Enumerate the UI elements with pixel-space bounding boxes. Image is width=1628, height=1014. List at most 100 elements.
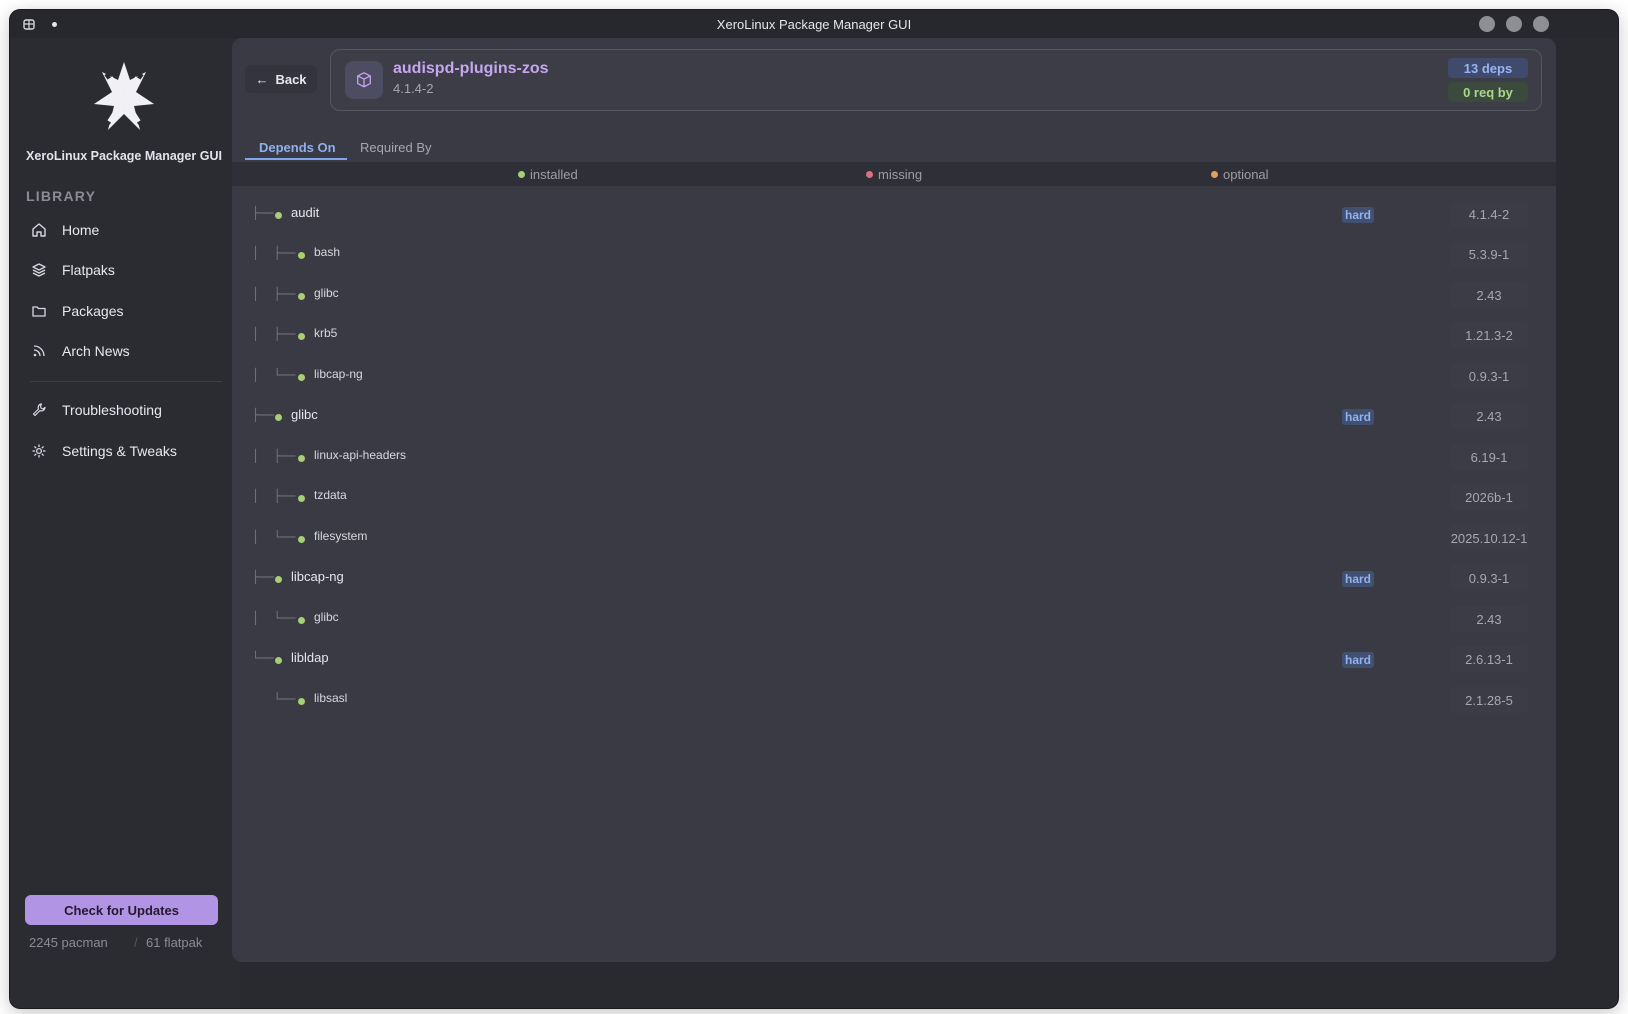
- rss-icon: [28, 340, 50, 362]
- installed-status-icon: [275, 576, 282, 583]
- dependency-row[interactable]: │ ├── tzdata 2026b-1: [232, 478, 1556, 518]
- installed-status-icon: [275, 414, 282, 421]
- tree-connector: ├──: [252, 570, 274, 584]
- tree-connector: └──: [252, 651, 274, 665]
- required-by-count-badge: 0 req by: [1448, 82, 1528, 102]
- tree-connector: ├──: [252, 408, 274, 422]
- optional-dot-icon: [1211, 171, 1218, 178]
- package-name: audispd-plugins-zos: [393, 60, 549, 77]
- maximize-button[interactable]: [1506, 16, 1522, 32]
- sidebar-item-settings[interactable]: Settings & Tweaks: [28, 434, 218, 468]
- sidebar-item-label: Arch News: [62, 343, 130, 359]
- installed-status-icon: [298, 698, 305, 705]
- dependency-row[interactable]: │ └── libcap-ng 0.9.3-1: [232, 357, 1556, 397]
- dependency-name: libcap-ng: [314, 367, 363, 381]
- package-version: 4.1.4-2: [393, 81, 434, 96]
- tab-required-by[interactable]: Required By: [360, 140, 432, 155]
- dependency-version: 0.9.3-1: [1450, 363, 1528, 389]
- sidebar-item-label: Packages: [62, 303, 124, 319]
- dependency-version: 6.19-1: [1450, 444, 1528, 470]
- dependency-row[interactable]: ├── audit hard 4.1.4-2: [232, 195, 1556, 235]
- tree-connector: │ ├──: [252, 287, 296, 301]
- dependency-name: glibc: [291, 407, 318, 422]
- window-title: XeroLinux Package Manager GUI: [716, 16, 912, 32]
- dependency-row[interactable]: │ ├── linux-api-headers 6.19-1: [232, 438, 1556, 478]
- dependency-row[interactable]: └── libldap hard 2.6.13-1: [232, 640, 1556, 680]
- legend-label: optional: [1223, 167, 1269, 182]
- sidebar-item-packages[interactable]: Packages: [28, 294, 218, 328]
- dependency-version: 2026b-1: [1450, 484, 1528, 510]
- installed-dot-icon: [518, 171, 525, 178]
- sidebar-item-arch-news[interactable]: Arch News: [28, 334, 218, 368]
- dependency-version: 1.21.3-2: [1450, 322, 1528, 348]
- tree-connector: ├──: [252, 206, 274, 220]
- installed-status-icon: [298, 293, 305, 300]
- dependency-row[interactable]: │ ├── bash 5.3.9-1: [232, 235, 1556, 275]
- library-section-label: LIBRARY: [26, 188, 97, 204]
- dependency-name: filesystem: [314, 529, 368, 543]
- hard-dependency-badge: hard: [1342, 652, 1375, 668]
- sidebar-item-troubleshooting[interactable]: Troubleshooting: [28, 393, 218, 427]
- dependency-row[interactable]: ├── libcap-ng hard 0.9.3-1: [232, 559, 1556, 599]
- sidebar-item-flatpaks[interactable]: Flatpaks: [28, 253, 218, 287]
- dependency-name: libldap: [291, 650, 329, 665]
- dependency-name: bash: [314, 245, 341, 259]
- xerolinux-logo-icon: [84, 60, 164, 140]
- sidebar-item-label: Settings & Tweaks: [62, 443, 177, 459]
- sidebar-item-home[interactable]: Home: [28, 213, 218, 247]
- hard-dependency-badge: hard: [1342, 571, 1375, 587]
- deps-count-badge: 13 deps: [1448, 58, 1528, 78]
- tree-connector: └──: [252, 692, 296, 706]
- back-button[interactable]: ← Back: [245, 65, 317, 93]
- app-window: XeroLinux Package Manager GUI XeroLinux …: [10, 10, 1618, 1008]
- check-updates-button[interactable]: Check for Updates: [25, 895, 218, 925]
- installed-status-icon: [298, 495, 305, 502]
- dependency-version: 2.6.13-1: [1450, 646, 1528, 672]
- layers-icon: [28, 259, 50, 281]
- installed-status-icon: [298, 333, 305, 340]
- arrow-left-icon: ←: [255, 71, 269, 87]
- legend-optional: optional: [1211, 167, 1269, 182]
- gear-icon: [28, 440, 50, 462]
- dependency-row[interactable]: │ ├── glibc 2.43: [232, 276, 1556, 316]
- sidebar-divider: [30, 381, 222, 382]
- pin-icon[interactable]: [52, 22, 57, 27]
- installed-status-icon: [298, 252, 305, 259]
- app-name: XeroLinux Package Manager GUI: [26, 149, 222, 163]
- dependency-row[interactable]: └── libsasl 2.1.28-5: [232, 681, 1556, 721]
- active-tab-indicator: [245, 158, 347, 160]
- package-box-icon: [345, 61, 383, 99]
- close-button[interactable]: [1533, 16, 1549, 32]
- dependency-version: 2.43: [1450, 282, 1528, 308]
- wrench-icon: [28, 399, 50, 421]
- dependency-row[interactable]: │ └── glibc 2.43: [232, 600, 1556, 640]
- minimize-button[interactable]: [1479, 16, 1495, 32]
- package-header-card: audispd-plugins-zos 4.1.4-2 13 deps 0 re…: [330, 49, 1542, 111]
- hard-dependency-badge: hard: [1342, 207, 1375, 223]
- installed-status-icon: [275, 657, 282, 664]
- flatpak-count: 61 flatpak: [146, 935, 203, 950]
- app-menu-icon[interactable]: [22, 17, 36, 31]
- installed-status-icon: [298, 536, 305, 543]
- dependency-name: glibc: [314, 610, 339, 624]
- dependency-version: 0.9.3-1: [1450, 565, 1528, 591]
- dependency-version: 5.3.9-1: [1450, 241, 1528, 267]
- dependency-version: 2.43: [1450, 606, 1528, 632]
- dependency-name: tzdata: [314, 488, 347, 502]
- tab-depends-on[interactable]: Depends On: [259, 140, 336, 155]
- dependency-version: 2.1.28-5: [1450, 687, 1528, 713]
- dependency-row[interactable]: │ └── filesystem 2025.10.12-1: [232, 519, 1556, 559]
- dependency-row[interactable]: │ ├── krb5 1.21.3-2: [232, 316, 1556, 356]
- dependency-name: linux-api-headers: [314, 448, 407, 462]
- legend-missing: missing: [866, 167, 922, 182]
- installed-status-icon: [298, 617, 305, 624]
- installed-status-icon: [298, 455, 305, 462]
- tree-connector: │ ├──: [252, 449, 296, 463]
- status-legend: installed missing optional: [232, 162, 1556, 186]
- title-bar: XeroLinux Package Manager GUI: [10, 10, 1618, 38]
- dependency-name: krb5: [314, 326, 338, 340]
- dependency-row[interactable]: ├── glibc hard 2.43: [232, 397, 1556, 437]
- tree-connector: │ ├──: [252, 489, 296, 503]
- sidebar: XeroLinux Package Manager GUI LIBRARY Ho…: [10, 38, 240, 1008]
- dependency-version: 4.1.4-2: [1450, 201, 1528, 227]
